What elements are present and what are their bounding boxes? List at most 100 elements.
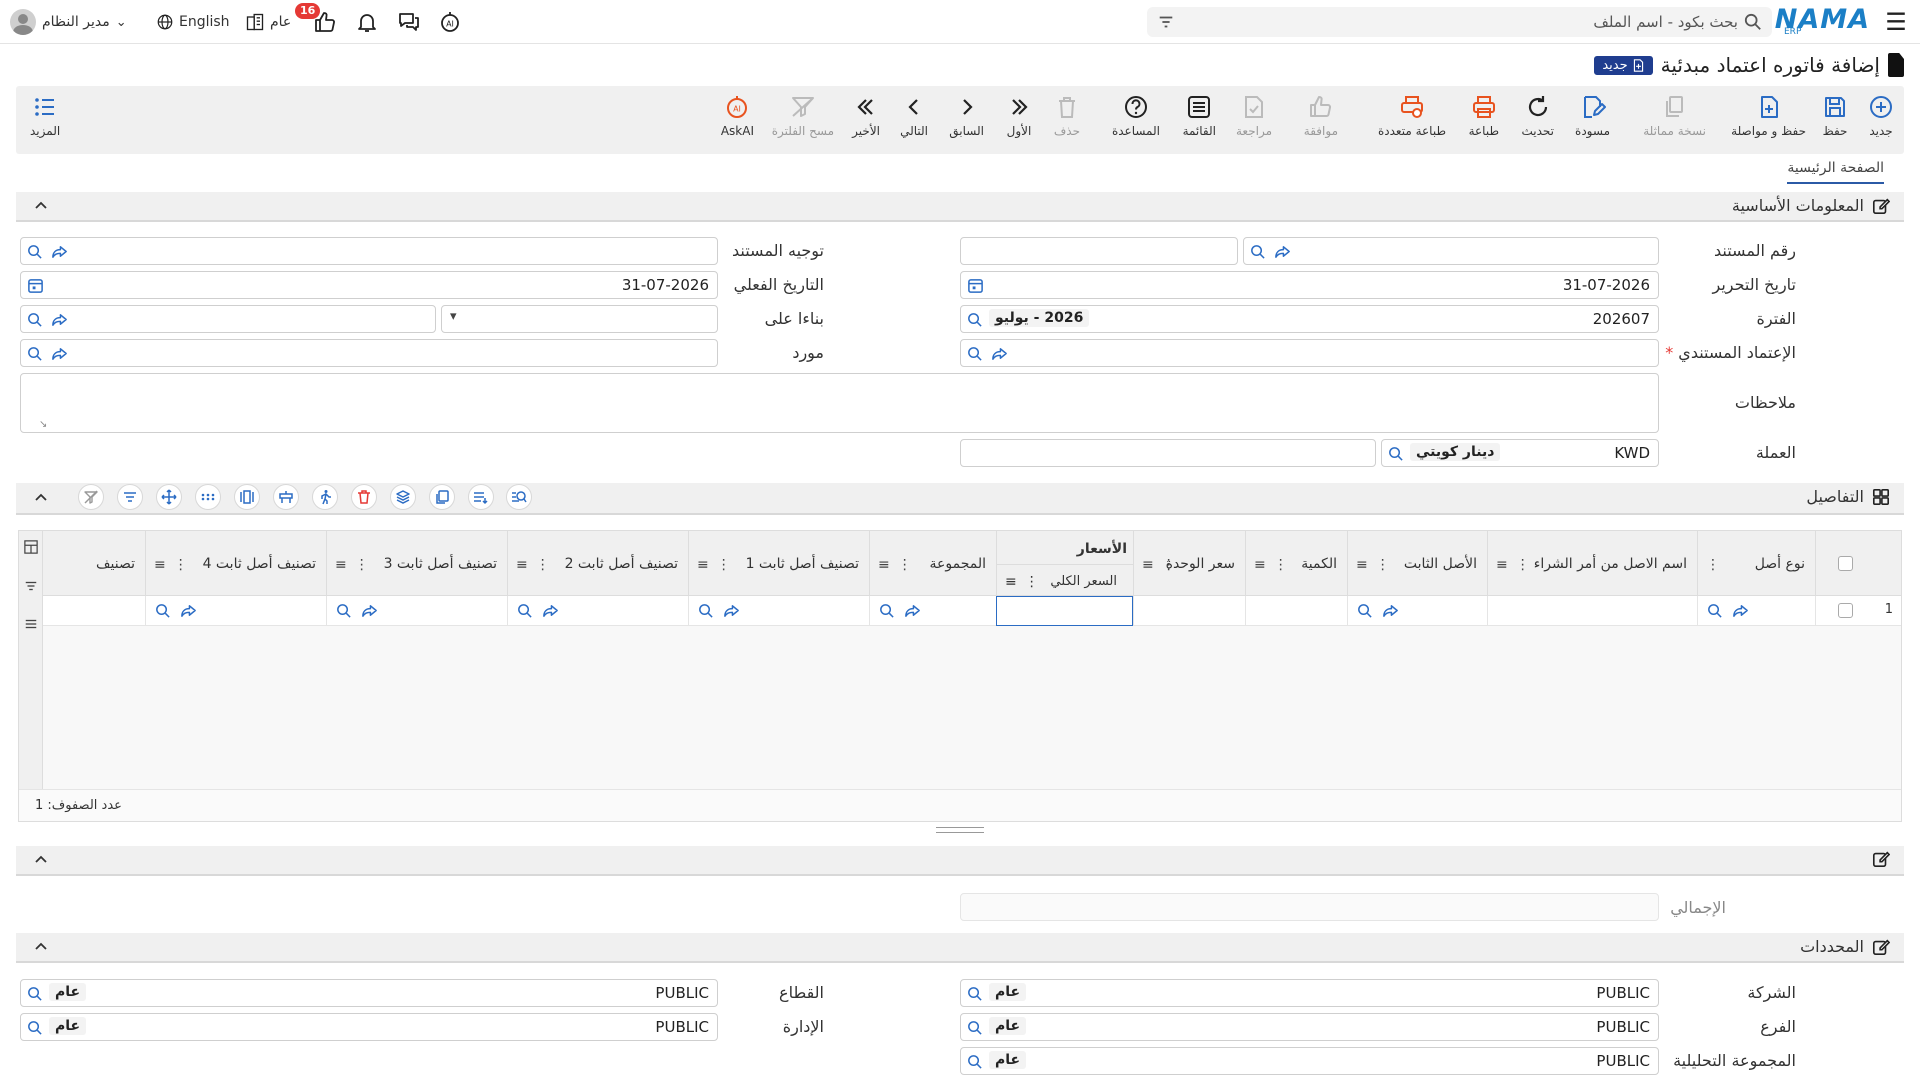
chat-icon[interactable]: [395, 8, 423, 36]
search-refresh-icon[interactable]: [966, 345, 983, 362]
grid-filter-button[interactable]: [117, 484, 143, 510]
totals-section-header[interactable]: [16, 846, 1904, 876]
tab-main[interactable]: الصفحة الرئيسية: [1787, 160, 1884, 184]
chevron-up-icon[interactable]: [34, 940, 48, 954]
cell-asset-type[interactable]: [1697, 596, 1815, 626]
doc-direction-input[interactable]: [20, 237, 718, 265]
search-input[interactable]: [1187, 11, 1738, 33]
search-refresh-icon[interactable]: [335, 602, 352, 619]
doc-credit-input[interactable]: [960, 339, 1659, 367]
share-icon[interactable]: [51, 311, 68, 328]
search-refresh-icon[interactable]: [1356, 602, 1373, 619]
share-icon[interactable]: [1382, 602, 1399, 619]
share-icon[interactable]: [180, 602, 197, 619]
cell-unit-price[interactable]: [1133, 596, 1245, 626]
row-checkbox[interactable]: [1838, 603, 1853, 618]
calendar-icon[interactable]: [967, 277, 984, 294]
search-refresh-icon[interactable]: [966, 985, 983, 1002]
resize-splitter[interactable]: [936, 827, 984, 833]
help-button[interactable]: المساعدة: [1112, 94, 1160, 138]
analytic-group-input[interactable]: PUBLIC عام: [960, 1047, 1659, 1075]
grid-table-button[interactable]: [273, 484, 299, 510]
share-icon[interactable]: [723, 602, 740, 619]
column-menu-icon[interactable]: ⋮: [174, 557, 188, 573]
duplicate-button[interactable]: نسخة مماثلة: [1643, 94, 1706, 138]
column-menu-icon[interactable]: ⋮: [1376, 557, 1390, 573]
filter-icon[interactable]: [1157, 13, 1175, 31]
grid-search-button[interactable]: [506, 484, 532, 510]
search-refresh-icon[interactable]: [26, 311, 43, 328]
public-selector[interactable]: عام: [245, 0, 291, 44]
column-total-price-label[interactable]: السعر الكلي: [1050, 574, 1117, 589]
share-icon[interactable]: [51, 243, 68, 260]
column-quantity[interactable]: الكمية ⋮ ≡: [1245, 531, 1347, 596]
sector-input[interactable]: PUBLIC عام: [20, 979, 718, 1007]
notes-textarea[interactable]: ↘: [20, 373, 1659, 433]
column-filter-icon[interactable]: ≡: [1356, 557, 1368, 573]
save-continue-button[interactable]: حفظ و مواصلة: [1731, 94, 1806, 138]
new-button[interactable]: جديد: [1868, 94, 1894, 138]
cell-quantity[interactable]: [1245, 596, 1347, 626]
askai-button[interactable]: AI AskAI: [721, 94, 754, 138]
menu-icon[interactable]: ☰: [1882, 0, 1910, 44]
column-class5[interactable]: تصنيف: [85, 531, 145, 596]
search-refresh-icon[interactable]: [1387, 445, 1404, 462]
next-button[interactable]: التالي: [900, 94, 928, 138]
share-icon[interactable]: [991, 345, 1008, 362]
search-refresh-icon[interactable]: [1706, 602, 1723, 619]
column-filter-icon[interactable]: ≡: [697, 557, 709, 573]
column-filter-icon[interactable]: ≡: [1496, 557, 1508, 573]
search-icon[interactable]: [1744, 13, 1762, 31]
chevron-up-icon[interactable]: [34, 853, 48, 867]
cell-group[interactable]: [869, 596, 996, 626]
column-menu-icon[interactable]: ⋮: [717, 557, 731, 573]
cell-class2[interactable]: [507, 596, 688, 626]
list-button[interactable]: القائمة: [1183, 94, 1216, 138]
cell-class3[interactable]: [326, 596, 507, 626]
share-icon[interactable]: [1274, 243, 1291, 260]
grid-delete-button[interactable]: [351, 484, 377, 510]
actual-date-input[interactable]: 31-07-2026: [20, 271, 718, 299]
based-on-lookup-input[interactable]: [20, 305, 436, 333]
details-section-header[interactable]: التفاصيل: [16, 483, 1904, 515]
multi-print-button[interactable]: طباعة متعددة: [1378, 94, 1446, 138]
table-row[interactable]: 1: [43, 596, 1901, 626]
column-menu-icon[interactable]: ⋮: [898, 557, 912, 573]
cell-class5[interactable]: [85, 596, 145, 626]
search-refresh-icon[interactable]: [697, 602, 714, 619]
search-refresh-icon[interactable]: [516, 602, 533, 619]
period-input[interactable]: 202607 2026 - يوليو: [960, 305, 1659, 333]
company-input[interactable]: PUBLIC عام: [960, 979, 1659, 1007]
column-menu-icon[interactable]: ⋮: [1274, 557, 1288, 573]
user-menu[interactable]: ⌄ مدير النظام: [10, 0, 127, 44]
cell-asset-name-po[interactable]: [1487, 596, 1697, 626]
delete-button[interactable]: حذف: [1054, 94, 1080, 138]
cell-total-price[interactable]: [996, 596, 1133, 626]
filter-lines-icon[interactable]: [24, 579, 38, 593]
cell-fixed-asset[interactable]: [1347, 596, 1487, 626]
column-filter-icon[interactable]: ≡: [154, 557, 166, 573]
grid-clear-filter-button[interactable]: [78, 484, 104, 510]
logo[interactable]: NAMA ERP: [1775, 0, 1870, 44]
column-menu-icon[interactable]: ⋮: [355, 557, 369, 573]
column-filter-icon[interactable]: ≡: [1005, 574, 1017, 590]
save-button[interactable]: حفظ: [1822, 94, 1848, 138]
search-refresh-icon[interactable]: [26, 243, 43, 260]
grid-layers-button[interactable]: [390, 484, 416, 510]
column-filter-icon[interactable]: ≡: [516, 557, 528, 573]
column-asset-name-po[interactable]: اسم الاصل من أمر الشراء ⋮ ≡: [1487, 531, 1697, 596]
chevron-up-icon[interactable]: [34, 199, 48, 213]
grid-copy-button[interactable]: [429, 484, 455, 510]
clear-filter-button[interactable]: مسح الفلترة: [772, 94, 834, 138]
search-refresh-icon[interactable]: [966, 1019, 983, 1036]
column-filter-icon[interactable]: ≡: [1254, 557, 1266, 573]
currency-input[interactable]: KWD دينار كويتي: [1381, 439, 1659, 467]
search-refresh-icon[interactable]: [1249, 243, 1266, 260]
supplier-input[interactable]: [20, 339, 718, 367]
share-icon[interactable]: [51, 345, 68, 362]
share-icon[interactable]: [904, 602, 921, 619]
draft-button[interactable]: مسودة: [1575, 94, 1610, 138]
previous-button[interactable]: السابق: [949, 94, 984, 138]
grid-move-button[interactable]: [156, 484, 182, 510]
search-refresh-icon[interactable]: [26, 985, 43, 1002]
